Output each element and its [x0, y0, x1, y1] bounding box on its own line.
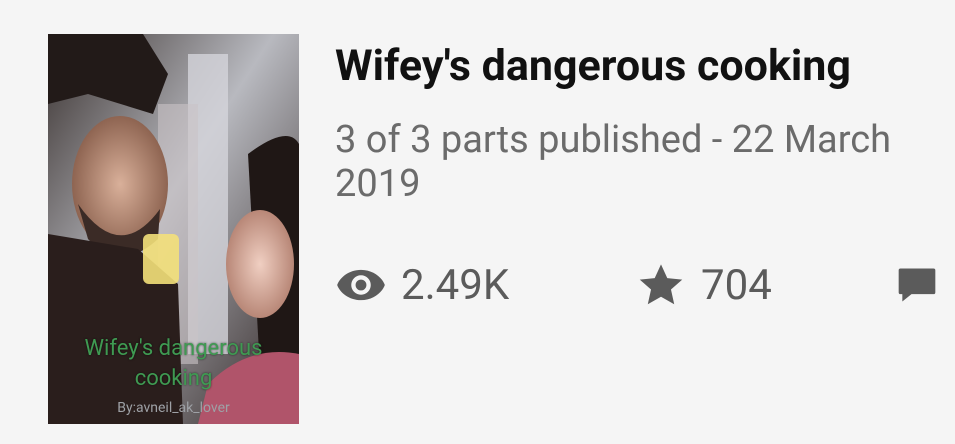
story-stats: 2.49K 704 [335, 259, 939, 311]
votes-count: 704 [701, 260, 772, 310]
parts-published-text: 3 of 3 parts published - 22 March 2019 [335, 118, 892, 206]
cover-author: By:avneil_ak_lover [117, 400, 230, 416]
eye-icon [337, 269, 385, 301]
comment-icon [898, 268, 936, 302]
story-cover[interactable]: Wifey's dangerous cooking By:avneil_ak_l… [48, 34, 299, 424]
story-title[interactable]: Wifey's dangerous cooking [335, 36, 955, 96]
story-info: Wifey's dangerous cooking 3 of 3 parts p… [335, 36, 955, 206]
comments-stat [895, 263, 939, 307]
views-count: 2.49K [401, 260, 510, 310]
star-icon [639, 264, 683, 305]
cover-title: Wifey's dangerous cooking [84, 336, 263, 391]
views-stat: 2.49K [335, 259, 635, 311]
votes-stat: 704 [635, 259, 895, 311]
